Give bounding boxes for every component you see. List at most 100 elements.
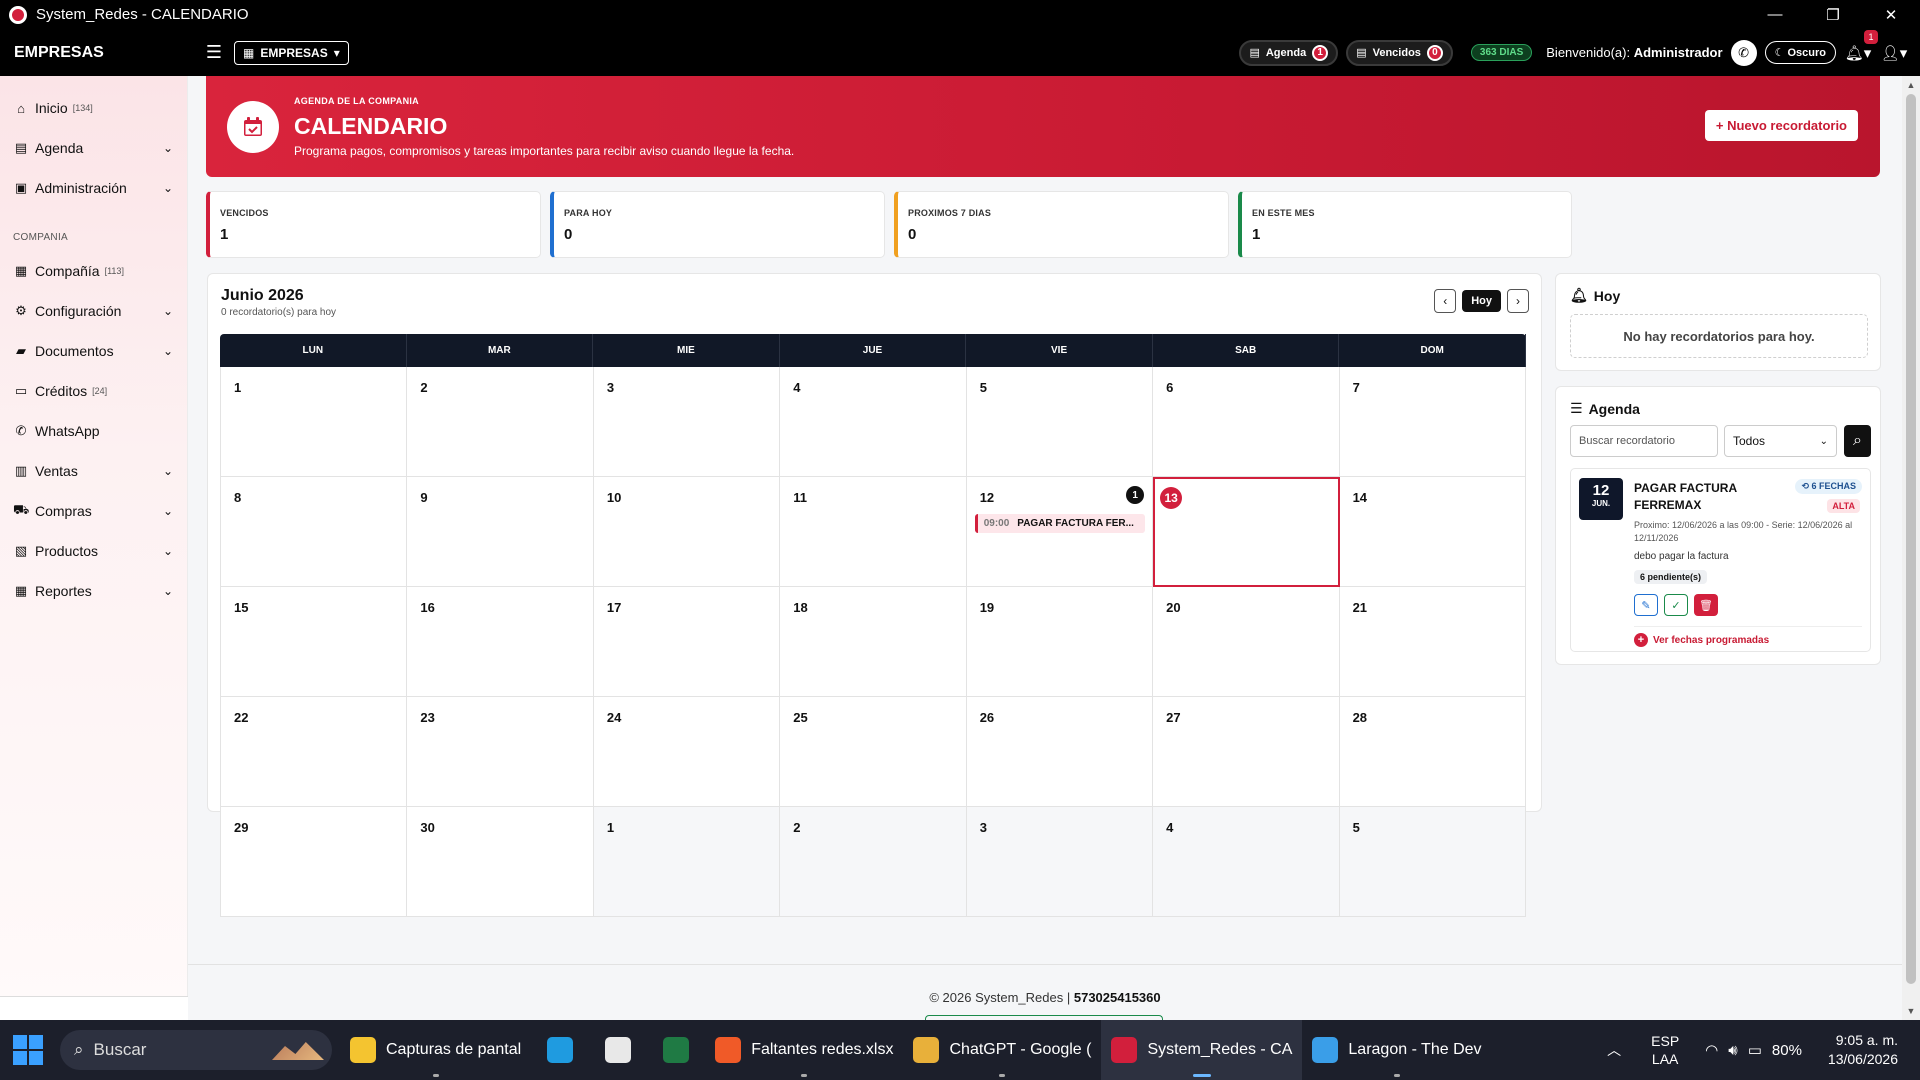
chevron-down-icon[interactable]: ⌄ xyxy=(163,504,173,518)
calendar-day-cell[interactable]: 30 xyxy=(407,807,594,917)
edit-reminder-button[interactable]: ✎ xyxy=(1634,594,1658,616)
sidebar-item-reportes[interactable]: ▦ Reportes ⌄ xyxy=(0,571,187,611)
calendar-day-cell[interactable]: 5 xyxy=(1339,807,1526,917)
calendar-day-cell[interactable]: 21 xyxy=(1339,587,1526,697)
calendar-day-cell[interactable]: 27 xyxy=(1153,697,1340,807)
calendar-day-cell[interactable]: 22 xyxy=(221,697,408,807)
chevron-down-icon[interactable]: ⌄ xyxy=(163,464,173,478)
sidebar-item-ventas[interactable]: ▥ Ventas ⌄ xyxy=(0,451,187,491)
calendar-day-cell[interactable]: 1 xyxy=(593,807,781,917)
close-button[interactable]: ✕ xyxy=(1862,0,1920,29)
sidebar-item-compras[interactable]: ⛟ Compras ⌄ xyxy=(0,491,187,531)
notifications-bell-icon[interactable]: 🔔︎▾ 1 xyxy=(1844,29,1878,62)
sidebar-item-documentos[interactable]: ▰ Documentos ⌄ xyxy=(0,331,187,371)
today-button[interactable]: Hoy xyxy=(1462,290,1501,312)
calendar-day-cell[interactable]: 1 xyxy=(221,367,408,477)
vencidos-pill[interactable]: ▤ Vencidos 0 xyxy=(1346,39,1453,66)
scroll-up-icon[interactable]: ▲ xyxy=(1902,76,1920,94)
theme-toggle-button[interactable]: ☾ Oscuro xyxy=(1764,41,1836,64)
sidebar-item-creditos[interactable]: ▭ Créditos [24] xyxy=(0,371,187,411)
taskbar-search[interactable]: ⌕ Buscar xyxy=(60,1030,332,1070)
calendar-day-cell[interactable]: 16 xyxy=(407,587,594,697)
chevron-down-icon[interactable]: ⌄ xyxy=(163,544,173,558)
calendar-day-cell[interactable]: 24 xyxy=(593,697,781,807)
taskbar-app-pinned[interactable] xyxy=(647,1020,705,1080)
calendar-day-cell[interactable]: 5 xyxy=(966,367,1154,477)
search-button[interactable]: ⌕ xyxy=(1844,425,1871,457)
sidebar-item-whatsapp[interactable]: ✆ WhatsApp xyxy=(0,411,187,451)
chevron-down-icon[interactable]: ⌄ xyxy=(163,584,173,598)
taskbar-app-system-redes-ca[interactable]: System_Redes - CA xyxy=(1101,1020,1303,1080)
chevron-down-icon[interactable]: ⌄ xyxy=(163,304,173,318)
calendar-day-cell[interactable]: 2 xyxy=(780,807,967,917)
view-scheduled-dates-link[interactable]: + Ver fechas programadas xyxy=(1634,633,1769,647)
calendar-day-cell[interactable]: 12 1 09:00 PAGAR FACTURA FER... xyxy=(966,477,1154,587)
language-indicator[interactable]: ESP LAA xyxy=(1651,1032,1679,1068)
sidebar-item-administracion[interactable]: ▣ Administración ⌄ xyxy=(0,168,187,208)
wifi-icon[interactable]: ◠ xyxy=(1705,1041,1718,1059)
delete-reminder-button[interactable]: 🗑︎ xyxy=(1694,594,1718,616)
scrollbar-thumb[interactable] xyxy=(1906,94,1916,984)
taskbar-app-chatgpt-google[interactable]: ChatGPT - Google ( xyxy=(903,1020,1101,1080)
calendar-day-cell[interactable]: 4 xyxy=(780,367,967,477)
taskbar-app-pinned[interactable] xyxy=(531,1020,589,1080)
maximize-button[interactable]: ❐ xyxy=(1804,0,1862,29)
calendar-event-chip[interactable]: 09:00 PAGAR FACTURA FER... xyxy=(974,514,1145,533)
calendar-day-cell[interactable]: 23 xyxy=(407,697,594,807)
calendar-day-cell[interactable]: 7 xyxy=(1339,367,1526,477)
battery-icon[interactable]: ▭ xyxy=(1748,1041,1762,1059)
chevron-down-icon[interactable]: ⌄ xyxy=(163,344,173,358)
company-dropdown-button[interactable]: ▦ EMPRESAS ▾ xyxy=(234,40,349,65)
scroll-down-icon[interactable]: ▼ xyxy=(1902,1002,1920,1020)
calendar-day-cell[interactable]: 18 xyxy=(780,587,967,697)
minimize-button[interactable]: — xyxy=(1746,0,1804,29)
calendar-day-cell[interactable]: 9 xyxy=(407,477,594,587)
calendar-day-cell[interactable]: 15 xyxy=(221,587,408,697)
calendar-day-cell[interactable]: 6 xyxy=(1153,367,1340,477)
calendar-day-cell[interactable]: 2 xyxy=(407,367,594,477)
calendar-day-cell[interactable]: 8 xyxy=(221,477,408,587)
prev-month-button[interactable]: ‹ xyxy=(1434,289,1457,313)
chevron-down-icon[interactable]: ⌄ xyxy=(163,181,173,195)
new-reminder-button[interactable]: + Nuevo recordatorio xyxy=(1704,110,1858,141)
sidebar-item-productos[interactable]: ▧ Productos ⌄ xyxy=(0,531,187,571)
calendar-day-cell[interactable]: 14 xyxy=(1339,477,1526,587)
taskbar-app-faltantes-redes-xlsx[interactable]: Faltantes redes.xlsx xyxy=(705,1020,903,1080)
sidebar-item-compania[interactable]: ▦ Compañía [113] xyxy=(0,251,187,291)
calendar-day-cell[interactable]: 17 xyxy=(593,587,781,697)
calendar-day-cell[interactable]: 19 xyxy=(966,587,1154,697)
complete-reminder-button[interactable]: ✓ xyxy=(1664,594,1688,616)
calendar-day-cell[interactable]: 26 xyxy=(966,697,1154,807)
calendar-day-cell[interactable]: 10 xyxy=(593,477,781,587)
taskbar-app-pinned[interactable] xyxy=(589,1020,647,1080)
sidebar-item-configuracion[interactable]: ⚙ Configuración ⌄ xyxy=(0,291,187,331)
reminder-filter-select[interactable]: Todos ⌄ xyxy=(1724,425,1837,457)
calendar-day-cell[interactable]: 28 xyxy=(1339,697,1526,807)
user-menu-icon[interactable]: 👤︎▾ xyxy=(1880,44,1908,62)
calendar-day-cell[interactable]: 25 xyxy=(780,697,967,807)
brand-title[interactable]: EMPRESAS xyxy=(14,44,194,62)
next-month-button[interactable]: › xyxy=(1507,289,1529,313)
tray-overflow-icon[interactable]: ︿ xyxy=(1607,1040,1621,1060)
hamburger-icon[interactable]: ☰ xyxy=(194,42,234,63)
calendar-day-cell[interactable]: 20 xyxy=(1153,587,1340,697)
windows-start-icon[interactable] xyxy=(13,1035,43,1065)
sidebar-item-agenda[interactable]: ▤ Agenda ⌄ xyxy=(0,128,187,168)
calendar-day-cell[interactable]: 3 xyxy=(593,367,781,477)
pending-badge: 6 pendiente(s) xyxy=(1634,570,1708,584)
agenda-pill[interactable]: ▤ Agenda 1 xyxy=(1239,39,1339,66)
reminder-search-input[interactable] xyxy=(1570,425,1718,457)
whatsapp-status-icon[interactable]: ✆ xyxy=(1730,39,1757,66)
calendar-day-cell[interactable]: 11 xyxy=(780,477,967,587)
volume-icon[interactable]: 🔊︎ xyxy=(1728,1042,1737,1059)
chevron-down-icon[interactable]: ⌄ xyxy=(163,141,173,155)
calendar-day-cell-today[interactable]: 13 xyxy=(1153,477,1340,587)
page-scrollbar[interactable]: ▲ ▼ xyxy=(1902,76,1920,1020)
calendar-day-cell[interactable]: 4 xyxy=(1153,807,1340,917)
taskbar-clock[interactable]: 9:05 a. m. 13/06/2026 xyxy=(1828,1031,1898,1069)
taskbar-app-capturas-de-pantal[interactable]: Capturas de pantal xyxy=(340,1020,531,1080)
calendar-day-cell[interactable]: 29 xyxy=(221,807,408,917)
taskbar-app-laragon-the-dev[interactable]: Laragon - The Dev xyxy=(1302,1020,1491,1080)
calendar-day-cell[interactable]: 3 xyxy=(966,807,1154,917)
sidebar-item-inicio[interactable]: ⌂ Inicio [134] xyxy=(0,88,187,128)
